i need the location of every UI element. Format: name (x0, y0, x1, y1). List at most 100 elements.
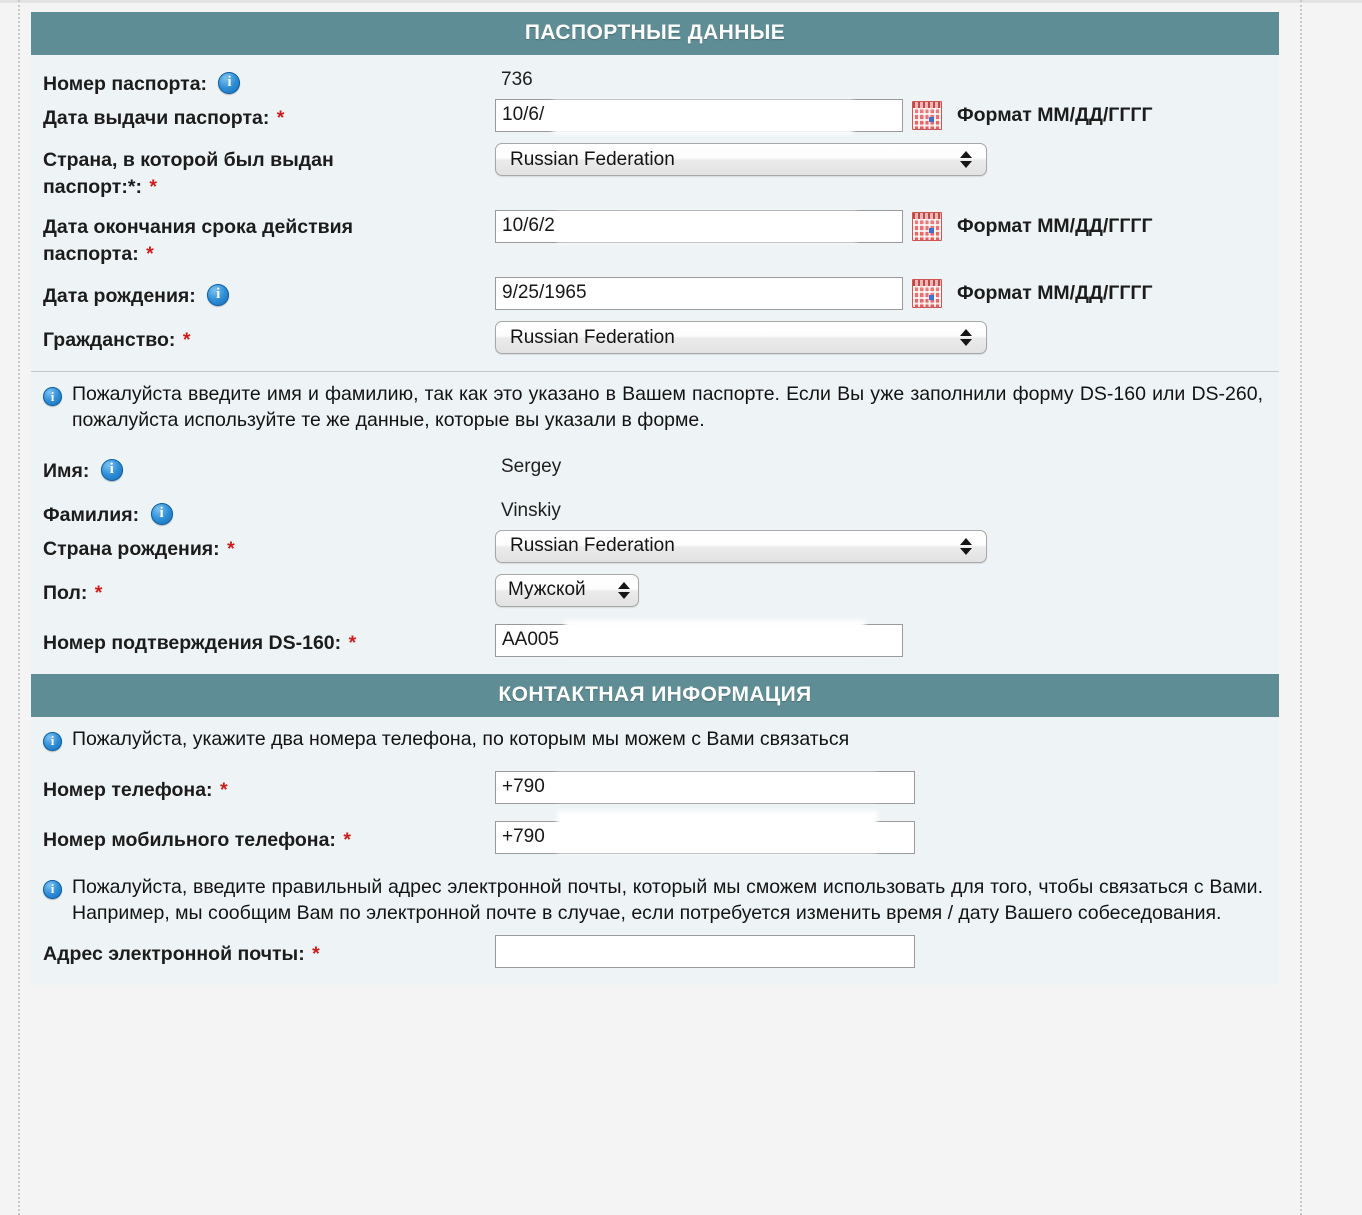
required-marker: * (312, 942, 320, 965)
label-passport-number: Номер паспорта: (43, 65, 495, 98)
issue-date-input[interactable] (495, 99, 903, 132)
expiry-date-input[interactable] (495, 210, 903, 244)
field-row-gender: Пол: * Мужской (31, 573, 1279, 608)
field-row-first-name: Имя: Sergey (31, 452, 1279, 486)
info-icon-first-name[interactable] (100, 458, 123, 481)
birth-country-select[interactable]: Russian Federation (495, 529, 987, 563)
label-text: Номер паспорта: (43, 73, 208, 95)
value-citizenship: Russian Federation (495, 321, 1279, 355)
info-icon-passport-number[interactable] (218, 72, 241, 94)
calendar-icon-birth-date[interactable] (912, 279, 942, 309)
label-citizenship: Гражданство: * (43, 321, 495, 354)
label-text: Страна рождения: (43, 537, 220, 560)
required-marker: * (348, 631, 357, 654)
birth-date-input[interactable] (495, 277, 903, 311)
label-last-name: Фамилия: (43, 496, 495, 529)
label-text-line1: Дата окончания срока действия (43, 216, 354, 239)
field-row-phone: Номер телефона: * (31, 770, 1279, 805)
label-text-line2: паспорта: (43, 242, 139, 265)
mobile-phone-input[interactable] (495, 820, 915, 854)
format-hint-expiry-date: Формат ММ/ДД/ГГГГ (957, 215, 1153, 238)
last-name-value: Vinskiy (501, 499, 561, 521)
top-rule (0, 0, 1362, 3)
passport-fields: Номер паспорта: 736 Дата выдачи паспорта… (31, 55, 1279, 674)
value-first-name: Sergey (495, 452, 1279, 482)
page-root: ПАСПОРТНЫЕ ДАННЫЕ Номер паспорта: 736 Да… (0, 0, 1362, 1215)
label-issue-date: Дата выдачи паспорта: * (43, 99, 495, 132)
field-row-birth-country: Страна рождения: * Russian Federation (31, 529, 1279, 564)
label-text: Номер телефона: (43, 778, 213, 801)
citizenship-select[interactable]: Russian Federation (495, 321, 987, 355)
required-marker: * (227, 537, 235, 560)
label-birth-country: Страна рождения: * (43, 530, 495, 563)
chevron-updown-icon (616, 581, 632, 599)
field-row-birth-date: Дата рождения: Формат ММ/ДД/ГГГГ (31, 277, 1279, 311)
section-header-passport: ПАСПОРТНЫЕ ДАННЫЕ (31, 12, 1279, 55)
value-gender: Мужской (495, 573, 1279, 607)
calendar-icon-expiry-date[interactable] (912, 212, 942, 242)
gender-select[interactable]: Мужской (495, 573, 639, 607)
citizenship-selected-value: Russian Federation (510, 326, 675, 348)
contact-fields: Пожалуйста, укажите два номера телефона,… (31, 717, 1279, 985)
ds160-input-wrap (495, 619, 903, 657)
page-guide-right (1300, 0, 1302, 1215)
phone-input-wrap (495, 770, 915, 804)
visa-application-form: ПАСПОРТНЫЕ ДАННЫЕ Номер паспорта: 736 Да… (31, 12, 1279, 985)
email-input[interactable] (495, 934, 915, 968)
field-row-last-name: Фамилия: Vinskiy (31, 496, 1279, 530)
field-row-issue-date: Дата выдачи паспорта: * Формат ММ/ДД/ГГГ… (31, 99, 1279, 134)
value-issue-country: Russian Federation (495, 143, 1279, 176)
phone-input[interactable] (495, 770, 915, 804)
required-marker: * (149, 175, 157, 198)
passport-number-value: 736 (501, 69, 533, 90)
label-gender: Пол: * (43, 574, 495, 607)
required-marker: * (343, 828, 351, 851)
issue-country-select[interactable]: Russian Federation (495, 143, 987, 176)
chevron-updown-icon (958, 537, 974, 555)
info-icon-phone-note (43, 731, 62, 751)
field-row-email: Адрес электронной почты: * (31, 934, 1279, 969)
info-icon-name-note (43, 387, 62, 407)
note-email-instructions: Пожалуйста, введите правильный адрес эле… (31, 865, 1279, 935)
mobile-phone-input-wrap (495, 810, 915, 854)
value-mobile-phone (495, 810, 1279, 854)
note-text: Пожалуйста, укажите два номера телефона,… (72, 727, 850, 750)
field-row-ds160-number: Номер подтверждения DS-160: * (31, 619, 1279, 658)
info-icon-email-note (43, 879, 62, 899)
label-text: Адрес электронной почты: (43, 942, 305, 965)
calendar-icon-issue-date[interactable] (912, 101, 942, 130)
required-marker: * (219, 778, 228, 801)
chevron-updown-icon (958, 151, 974, 168)
label-email: Адрес электронной почты: * (43, 935, 495, 968)
field-row-passport-number: Номер паспорта: 736 (31, 65, 1279, 99)
ds160-number-input[interactable] (495, 623, 903, 657)
value-expiry-date: Формат ММ/ДД/ГГГГ (495, 210, 1279, 244)
label-text: Дата рождения: (43, 285, 196, 308)
required-marker: * (182, 329, 191, 352)
label-ds160-number: Номер подтверждения DS-160: * (43, 624, 495, 657)
label-text: Фамилия: (43, 503, 140, 526)
info-icon-birth-date[interactable] (207, 284, 230, 307)
label-expiry-date: Дата окончания срока действия паспорта: … (43, 210, 495, 267)
field-row-issue-country: Страна, в которой был выдан паспорт:*: *… (31, 143, 1279, 200)
info-icon-last-name[interactable] (150, 502, 173, 525)
note-text: Пожалуйста, введите правильный адрес эле… (72, 875, 1263, 924)
issue-date-input-wrap (495, 99, 903, 134)
label-mobile-phone: Номер мобильного телефона: * (43, 821, 495, 854)
note-text: Пожалуйста введите имя и фамилию, так ка… (72, 383, 1263, 431)
gender-selected-value: Мужской (508, 579, 586, 601)
note-name-instructions: Пожалуйста введите имя и фамилию, так ка… (31, 372, 1279, 442)
format-hint-issue-date: Формат ММ/ДД/ГГГГ (957, 104, 1153, 126)
value-ds160-number (495, 619, 1279, 657)
value-issue-date: Формат ММ/ДД/ГГГГ (495, 99, 1279, 134)
